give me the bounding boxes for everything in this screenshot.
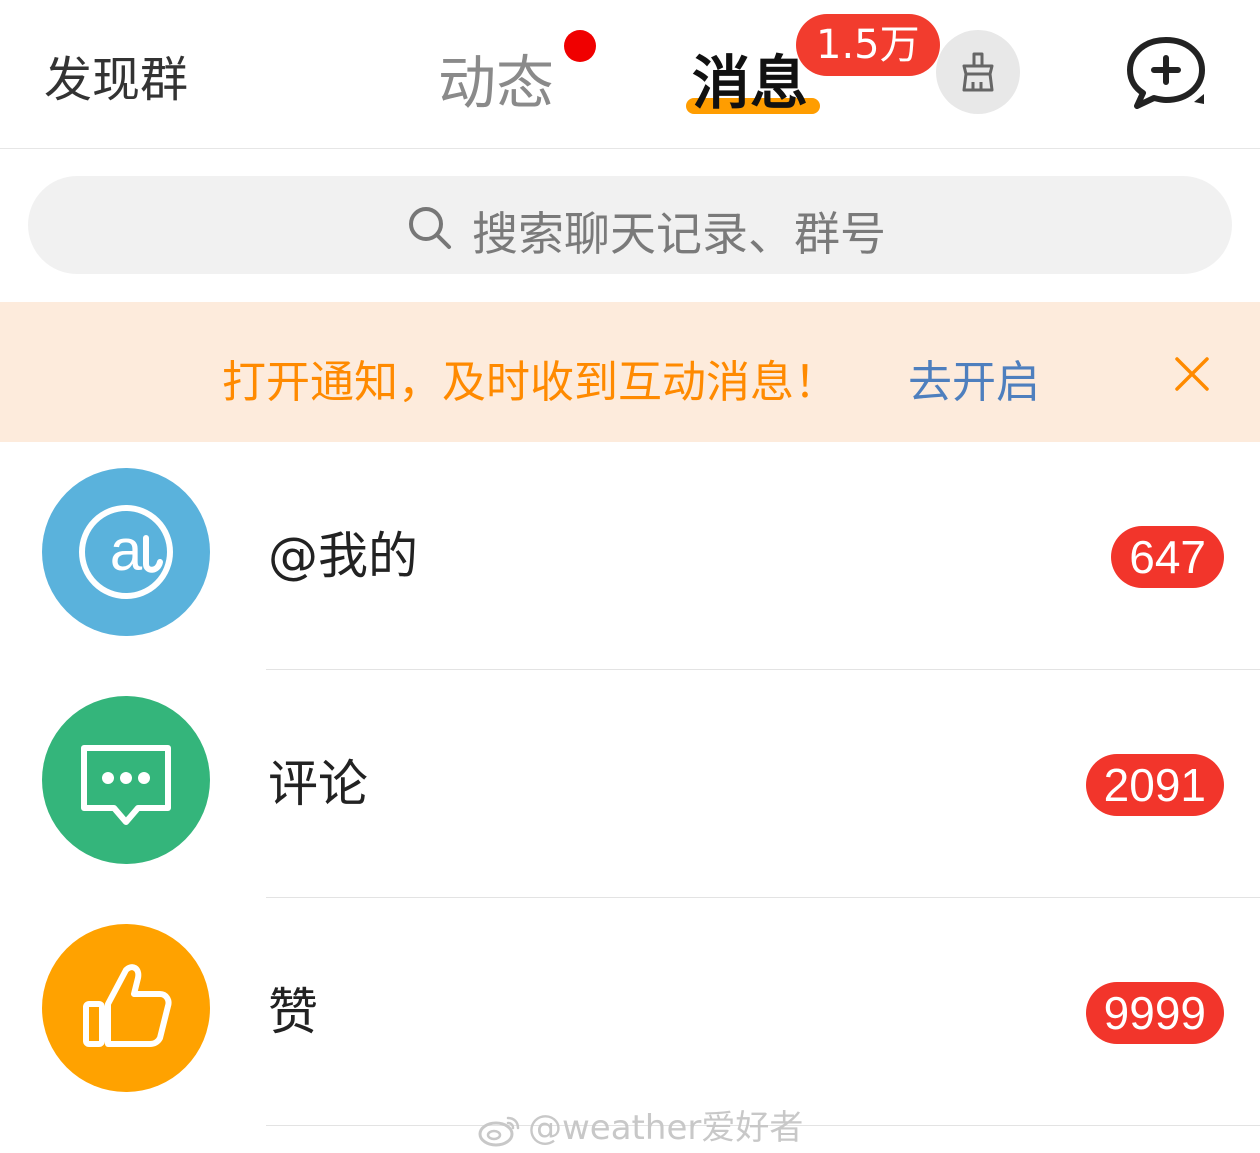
count-badge: 9999 xyxy=(1085,982,1224,1044)
svg-text:a: a xyxy=(110,518,143,583)
close-icon[interactable] xyxy=(1172,354,1212,394)
comment-icon xyxy=(42,696,210,864)
clean-unread-button[interactable] xyxy=(936,30,1020,114)
thumbs-up-icon xyxy=(42,924,210,1092)
count-badge: 2091 xyxy=(1085,754,1224,816)
unread-dot xyxy=(564,30,596,62)
notification-banner-text: 打开通知，及时收到互动消息！ xyxy=(222,357,838,408)
top-bar: 发现群 动态 消息 1.5万 xyxy=(0,0,1260,149)
message-count-badge: 1.5万 xyxy=(796,14,940,76)
tab-xiaoxi[interactable]: 消息 xyxy=(692,36,808,120)
new-chat-button[interactable] xyxy=(1124,36,1208,116)
list-item-comments[interactable]: 评论 2091 xyxy=(0,670,1260,898)
chat-plus-icon xyxy=(1127,37,1205,109)
tab-dongtai[interactable]: 动态 xyxy=(438,36,554,120)
search-bar[interactable]: 搜索聊天记录、群号 xyxy=(28,176,1232,274)
tab-dongtai-label: 动态 xyxy=(438,49,555,117)
list-item-label: @我的 xyxy=(268,527,418,585)
tab-xiaoxi-label: 消息 xyxy=(692,49,809,117)
list-item-label: 评论 xyxy=(268,755,368,813)
search-placeholder: 搜索聊天记录、群号 xyxy=(472,207,886,261)
count-badge: 647 xyxy=(1111,526,1224,588)
list-item-label: 赞 xyxy=(268,983,318,1041)
enable-notifications-link[interactable]: 去开启 xyxy=(908,346,1040,410)
list-item-likes[interactable]: 赞 9999 xyxy=(0,898,1260,1126)
watermark: @weather爱好者 xyxy=(476,1100,803,1149)
weibo-logo-icon xyxy=(478,1116,520,1146)
watermark-text: @weather爱好者 xyxy=(528,1108,804,1148)
notification-banner: 打开通知，及时收到互动消息！ 去开启 xyxy=(0,302,1260,442)
search-icon xyxy=(409,207,451,249)
discover-groups-link[interactable]: 发现群 xyxy=(44,40,188,110)
broom-icon xyxy=(962,52,994,92)
at-icon: a xyxy=(42,468,210,636)
list-item-at-me[interactable]: a @我的 647 xyxy=(0,442,1260,670)
